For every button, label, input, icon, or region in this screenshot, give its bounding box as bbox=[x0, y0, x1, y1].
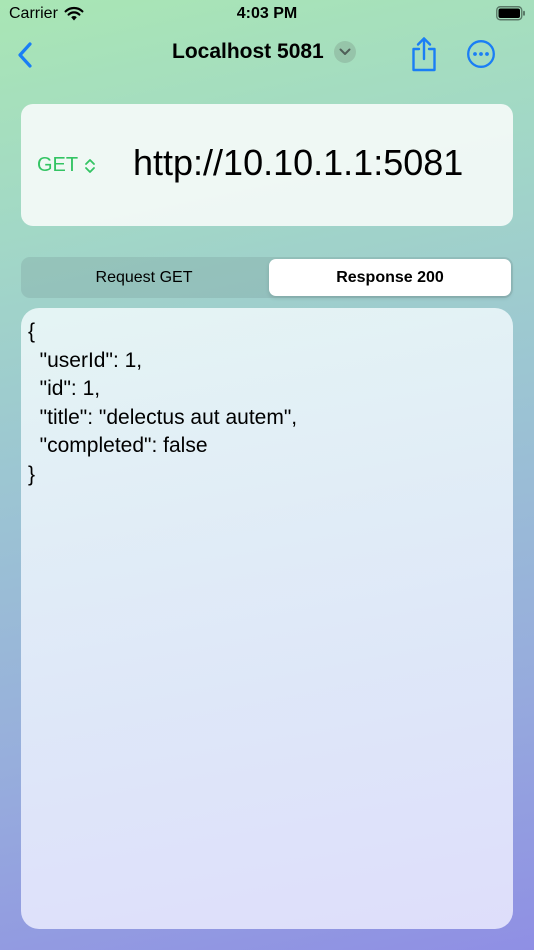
json-line: { bbox=[28, 320, 36, 343]
navigation-bar: Localhost 5081 bbox=[0, 30, 534, 80]
share-button[interactable] bbox=[409, 36, 439, 72]
response-json: { "userId": 1, "id": 1, "title": "delect… bbox=[28, 318, 297, 489]
chevron-left-icon bbox=[18, 42, 32, 68]
json-line: "userId": 1, bbox=[28, 348, 143, 372]
json-line: } bbox=[28, 462, 36, 486]
json-line: "title": "delectus aut autem", bbox=[28, 405, 298, 429]
status-bar: Carrier 4:03 PM bbox=[0, 0, 534, 28]
back-button[interactable] bbox=[14, 40, 38, 70]
request-url-card: GET http://10.10.1.1:5081 bbox=[21, 104, 513, 226]
tab-request[interactable]: Request GET bbox=[23, 259, 265, 296]
http-method-label: GET bbox=[37, 154, 79, 176]
response-body-panel[interactable]: { "userId": 1, "id": 1, "title": "delect… bbox=[21, 308, 513, 929]
title-menu-button[interactable]: Localhost 5081 bbox=[172, 40, 356, 64]
tab-response[interactable]: Response 200 bbox=[269, 259, 511, 296]
title-dropdown-indicator bbox=[333, 41, 356, 63]
status-time: 4:03 PM bbox=[236, 5, 298, 22]
json-line: "id": 1, bbox=[28, 377, 101, 400]
http-method-picker[interactable]: GET bbox=[37, 154, 96, 177]
url-field[interactable]: http://10.10.1.1:5081 bbox=[133, 142, 493, 184]
share-icon bbox=[412, 37, 436, 72]
chevron-down-icon bbox=[339, 48, 351, 55]
more-options-button[interactable] bbox=[466, 39, 496, 69]
page-title: Localhost 5081 bbox=[172, 40, 324, 63]
chevron-up-down-icon bbox=[85, 158, 96, 173]
battery-icon bbox=[496, 6, 525, 21]
request-response-segmented-control: Request GET Response 200 bbox=[21, 257, 513, 298]
ellipsis-circle-icon bbox=[467, 40, 495, 68]
json-line: "completed": false bbox=[28, 434, 208, 457]
